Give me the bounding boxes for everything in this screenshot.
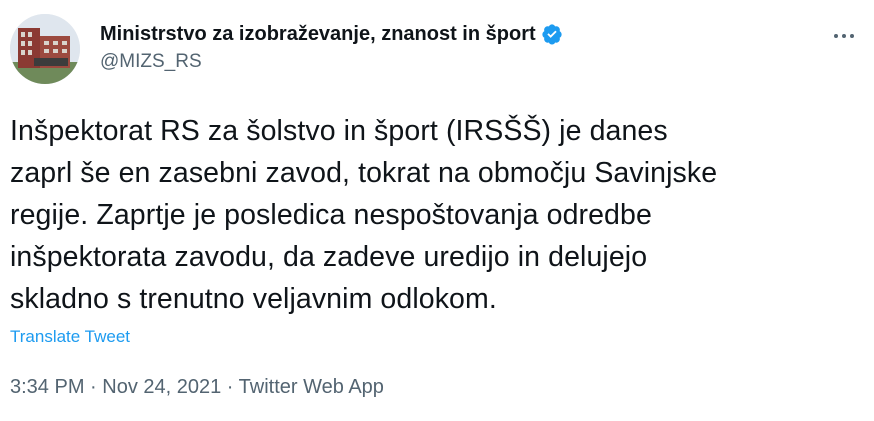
more-options-icon[interactable] [828, 24, 860, 48]
tweet-text-line: skladno s trenutno veljavnim odlokom. [10, 283, 497, 315]
meta-separator: · [221, 376, 239, 398]
translate-tweet-link[interactable]: Translate Tweet [10, 327, 130, 347]
tweet-date[interactable]: Nov 24, 2021 [102, 376, 221, 398]
tweet-source[interactable]: Twitter Web App [239, 376, 384, 398]
display-name-row: Ministrstvo za izobraževanje, znanost in… [100, 21, 563, 47]
account-names: Ministrstvo za izobraževanje, znanost in… [100, 21, 563, 73]
tweet-header: Ministrstvo za izobraževanje, znanost in… [10, 14, 864, 84]
avatar[interactable] [10, 14, 80, 84]
tweet-text-line: Inšpektorat RS za šolstvo in šport (IRSŠ… [10, 115, 668, 147]
display-name[interactable]: Ministrstvo za izobraževanje, znanost in… [100, 23, 536, 46]
tweet-card: Ministrstvo za izobraževanje, znanost in… [0, 0, 874, 421]
tweet-metadata: 3:34 PM · Nov 24, 2021 · Twitter Web App [10, 376, 384, 399]
verified-badge-icon [541, 23, 563, 45]
tweet-text-line: zaprl še en zasebni zavod, tokrat na obm… [10, 157, 718, 189]
tweet-text: Inšpektorat RS za šolstvo in šport (IRSŠ… [10, 110, 860, 320]
tweet-text-line: regije. Zaprtje je posledica nespoštovan… [10, 199, 652, 231]
meta-separator: · [84, 376, 103, 398]
handle[interactable]: @MIZS_RS [100, 51, 563, 73]
tweet-time[interactable]: 3:34 PM [10, 376, 84, 398]
building-icon [10, 14, 80, 84]
tweet-text-line: inšpektorata zavodu, da zadeve uredijo i… [10, 241, 648, 273]
